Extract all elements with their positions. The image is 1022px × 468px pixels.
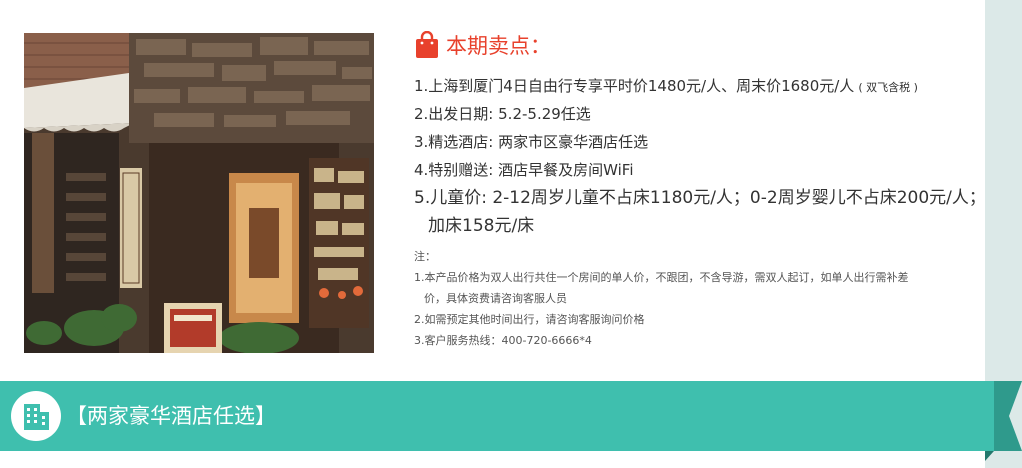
point-text: 4.特别赠送: 酒店早餐及房间WiFi — [414, 161, 634, 179]
list-item: 4.特别赠送: 酒店早餐及房间WiFi — [414, 156, 974, 184]
note-line: 价，具体资费请咨询客服人员 — [424, 292, 567, 305]
point-note: ( 双飞含税 ) — [858, 81, 918, 94]
point-text: 加床158元/床 — [428, 216, 535, 236]
point-text: 2.出发日期: 5.2-5.29任选 — [414, 105, 591, 123]
banner-title: 【两家豪华酒店任选】 — [66, 404, 276, 428]
selling-points-section: 本期卖点： 1.上海到厦门4日自由行专享平时价1480元/人、周末价1680元/… — [414, 28, 986, 351]
hotel-section-banner: 【两家豪华酒店任选】 — [0, 381, 994, 451]
selling-points-title: 本期卖点： — [446, 34, 551, 58]
point-text: 5.儿童价: 2-12周岁儿童不占床1180元/人；0-2周岁婴儿不占床200元… — [414, 188, 986, 208]
point-text: 1.上海到厦门4日自由行专享平时价1480元/人、周末价1680元/人 — [414, 77, 855, 95]
note-line: 2.如需预定其他时间出行，请咨询客服询问价格 — [414, 313, 645, 326]
shop-front-photo — [24, 33, 374, 353]
note-line: 1.本产品价格为双人出行共住一个房间的单人价，不跟团，不含导游，需双人起订，如单… — [414, 271, 909, 284]
point-text: 3.精选酒店: 两家市区豪华酒店任选 — [414, 133, 649, 151]
notes-heading: 注： — [414, 250, 436, 263]
list-item: 5.儿童价: 2-12周岁儿童不占床1180元/人；0-2周岁婴儿不占床200元… — [414, 184, 986, 212]
selling-points-list: 1.上海到厦门4日自由行专享平时价1480元/人、周末价1680元/人( 双飞含… — [414, 72, 986, 240]
list-item: 2.出发日期: 5.2-5.29任选 — [414, 100, 974, 128]
note-line: 3.客户服务热线：400-720-6666*4 — [414, 334, 592, 347]
building-icon-badge — [11, 391, 61, 441]
notes-section: 注： 1.本产品价格为双人出行共住一个房间的单人价，不跟团，不含导游，需双人起订… — [414, 246, 974, 351]
shopping-bag-icon — [416, 31, 438, 58]
selling-points-header: 本期卖点： — [414, 28, 974, 62]
building-icon — [24, 404, 49, 430]
list-item-continuation: 加床158元/床 — [414, 212, 974, 240]
list-item: 3.精选酒店: 两家市区豪华酒店任选 — [414, 128, 974, 156]
list-item: 1.上海到厦门4日自由行专享平时价1480元/人、周末价1680元/人( 双飞含… — [414, 72, 974, 100]
